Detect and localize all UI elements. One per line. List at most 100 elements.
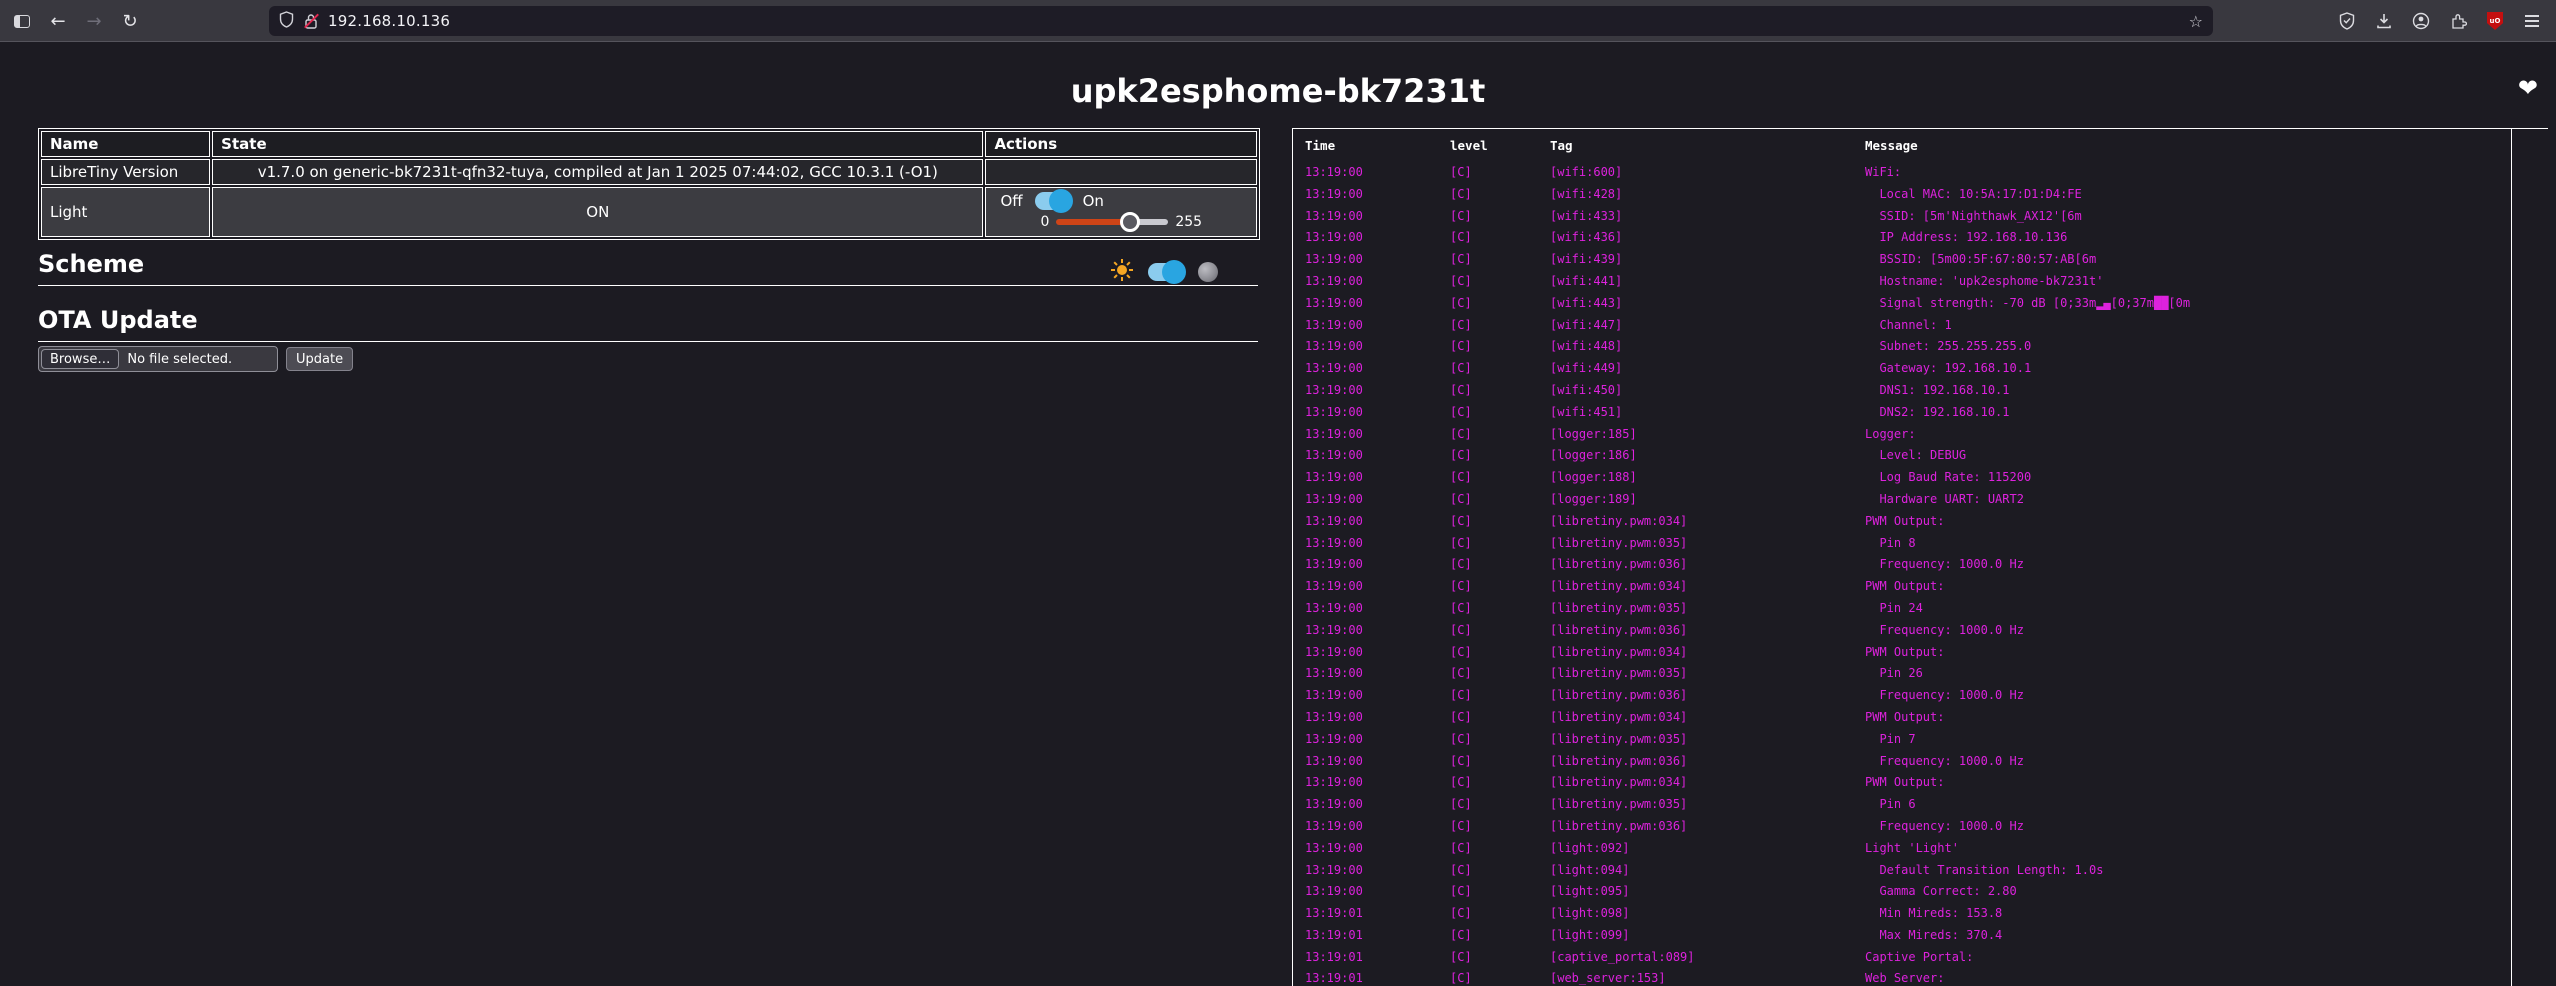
log-time: 13:19:00 [1305, 424, 1450, 446]
log-tag: [light:098] [1550, 903, 1865, 925]
log-message: BSSID: [5m00:5F:67:80:57:AB[6m [1865, 249, 2511, 271]
log-time: 13:19:01 [1305, 968, 1450, 986]
log-level: [C] [1450, 663, 1550, 685]
forward-arrow-icon: → [86, 11, 101, 32]
log-time: 13:19:00 [1305, 685, 1450, 707]
log-time: 13:19:00 [1305, 576, 1450, 598]
insecure-lock-icon[interactable] [304, 13, 318, 29]
log-row: 13:19:00[C][libretiny.pwm:036] Frequency… [1293, 816, 2511, 838]
account-icon[interactable] [2409, 7, 2433, 35]
log-time: 13:19:00 [1305, 772, 1450, 794]
log-message: Signal strength: -70 dB [0;33m▂▄[0;37m██… [1865, 293, 2511, 315]
log-level: [C] [1450, 620, 1550, 642]
log-level: [C] [1450, 467, 1550, 489]
log-row: 13:19:00[C][libretiny.pwm:034]PWM Output… [1293, 511, 2511, 533]
log-tag: [libretiny.pwm:034] [1550, 642, 1865, 664]
log-row: 13:19:00[C][libretiny.pwm:034]PWM Output… [1293, 642, 2511, 664]
log-level: [C] [1450, 772, 1550, 794]
log-time: 13:19:00 [1305, 293, 1450, 315]
log-rows: 13:19:00[C][wifi:600]WiFi:13:19:00[C][wi… [1293, 162, 2511, 986]
forward-button[interactable]: → [80, 7, 108, 35]
log-level: [C] [1450, 489, 1550, 511]
log-row: 13:19:01[C][light:098] Min Mireds: 153.8 [1293, 903, 2511, 925]
log-row: 13:19:00[C][wifi:447] Channel: 1 [1293, 315, 2511, 337]
log-level: [C] [1450, 511, 1550, 533]
sidebar-toggle-button[interactable] [8, 7, 36, 35]
back-button[interactable]: ← [44, 7, 72, 35]
log-message: Subnet: 255.255.255.0 [1865, 336, 2511, 358]
log-col-level: level [1450, 138, 1550, 162]
bookmark-star-icon[interactable]: ☆ [2189, 12, 2203, 31]
ublock-label: uO [2487, 12, 2503, 30]
log-row: 13:19:00[C][libretiny.pwm:034]PWM Output… [1293, 707, 2511, 729]
scheme-heading: Scheme [38, 250, 1258, 286]
log-time: 13:19:00 [1305, 554, 1450, 576]
ublock-shield-icon[interactable]: uO [2483, 7, 2507, 35]
log-tag: [libretiny.pwm:035] [1550, 598, 1865, 620]
log-row: 13:19:00[C][libretiny.pwm:035] Pin 8 [1293, 533, 2511, 555]
log-tag: [libretiny.pwm:036] [1550, 685, 1865, 707]
log-tag: [libretiny.pwm:035] [1550, 794, 1865, 816]
page-title: upk2esphome-bk7231t [0, 72, 2556, 110]
log-row: 13:19:00[C][wifi:428] Local MAC: 10:5A:1… [1293, 184, 2511, 206]
reload-button[interactable]: ↻ [116, 7, 144, 35]
log-row: 13:19:00[C][libretiny.pwm:036] Frequency… [1293, 554, 2511, 576]
log-message: SSID: [5m'Nighthawk_AX12'[6m [1865, 206, 2511, 228]
log-row: 13:19:00[C][libretiny.pwm:035] Pin 24 [1293, 598, 2511, 620]
log-time: 13:19:00 [1305, 162, 1450, 184]
log-col-message: Message [1865, 138, 2511, 162]
log-level: [C] [1450, 315, 1550, 337]
log-message: Pin 24 [1865, 598, 2511, 620]
log-panel: Time level Tag Message 13:19:00[C][wifi:… [1292, 128, 2512, 986]
log-tag: [wifi:439] [1550, 249, 1865, 271]
brightness-slider[interactable] [1056, 212, 1168, 232]
log-message: Min Mireds: 153.8 [1865, 903, 2511, 925]
log-level: [C] [1450, 336, 1550, 358]
scheme-toggle[interactable] [1148, 263, 1184, 281]
log-level: [C] [1450, 947, 1550, 969]
brightness-min-label: 0 [1040, 214, 1049, 230]
log-tag: [logger:186] [1550, 445, 1865, 467]
update-button[interactable]: Update [286, 347, 353, 371]
download-icon[interactable] [2372, 7, 2396, 35]
browse-button[interactable]: Browse… [41, 349, 119, 369]
protection-shield-icon[interactable] [2335, 7, 2359, 35]
libretiny-state: v1.7.0 on generic-bk7231t-qfn32-tuya, co… [212, 159, 983, 185]
light-toggle[interactable] [1035, 192, 1071, 210]
file-input[interactable]: Browse… No file selected. [38, 346, 278, 372]
log-level: [C] [1450, 598, 1550, 620]
log-time: 13:19:00 [1305, 402, 1450, 424]
log-message: Pin 8 [1865, 533, 2511, 555]
light-toggle-knob [1049, 189, 1073, 213]
brightness-slider-track [1056, 219, 1168, 225]
light-name: Light [41, 187, 210, 237]
extensions-puzzle-icon[interactable] [2446, 7, 2470, 35]
log-tag: [wifi:448] [1550, 336, 1865, 358]
light-actions: Off On 0 255 [985, 187, 1257, 237]
log-tag: [libretiny.pwm:036] [1550, 554, 1865, 576]
log-tag: [wifi:449] [1550, 358, 1865, 380]
log-message: Web Server: [1865, 968, 2511, 986]
shield-icon[interactable] [279, 11, 294, 32]
back-arrow-icon: ← [50, 11, 65, 32]
log-tag: [libretiny.pwm:035] [1550, 533, 1865, 555]
log-level: [C] [1450, 642, 1550, 664]
log-level: [C] [1450, 162, 1550, 184]
url-text[interactable]: 192.168.10.136 [328, 12, 2189, 30]
light-state: ON [212, 187, 983, 237]
log-tag: [libretiny.pwm:036] [1550, 620, 1865, 642]
url-bar[interactable]: 192.168.10.136 ☆ [269, 6, 2213, 36]
log-time: 13:19:00 [1305, 467, 1450, 489]
log-row: 13:19:00[C][libretiny.pwm:036] Frequency… [1293, 620, 2511, 642]
log-message: Gateway: 192.168.10.1 [1865, 358, 2511, 380]
brightness-slider-thumb[interactable] [1120, 212, 1140, 232]
log-level: [C] [1450, 838, 1550, 860]
log-time: 13:19:00 [1305, 816, 1450, 838]
heart-icon[interactable]: ❤ [2518, 76, 2538, 100]
log-col-time: Time [1305, 138, 1450, 162]
log-message: DNS2: 192.168.10.1 [1865, 402, 2511, 424]
log-time: 13:19:00 [1305, 206, 1450, 228]
log-level: [C] [1450, 707, 1550, 729]
log-level: [C] [1450, 358, 1550, 380]
menu-icon[interactable] [2520, 7, 2544, 35]
